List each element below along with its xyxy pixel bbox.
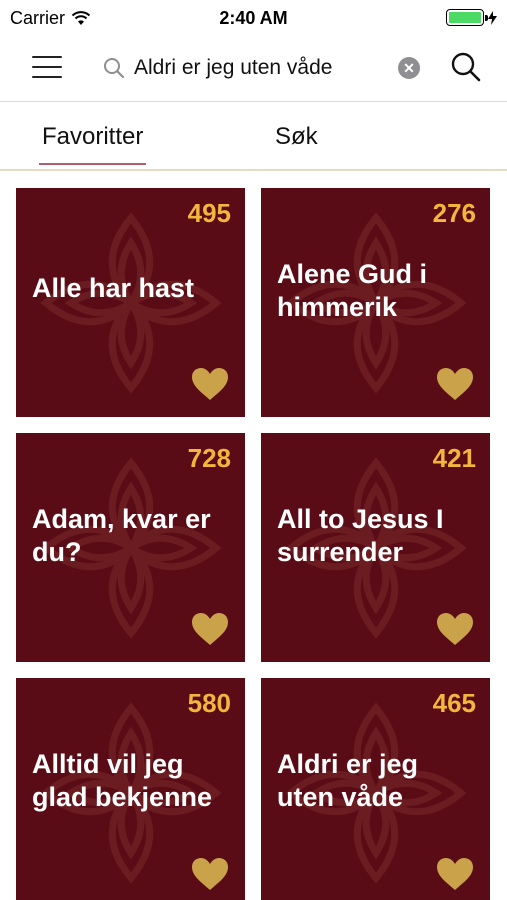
hymn-number: 465	[432, 688, 476, 718]
hymn-title: Alene Gud i himmerik	[277, 259, 428, 322]
hymn-card[interactable]: 728 Adam, kvar er du?	[16, 433, 245, 662]
battery-indicator	[446, 9, 497, 26]
hymn-title: All to Jesus I surrender	[277, 504, 444, 567]
heart-icon[interactable]	[191, 857, 229, 891]
active-tab-indicator	[39, 163, 147, 165]
hamburger-menu-icon[interactable]	[32, 54, 62, 80]
clear-x-icon[interactable]: ✕	[398, 57, 420, 79]
status-time: 2:40 AM	[219, 8, 288, 28]
hymn-number: 580	[187, 688, 231, 718]
hymn-number: 276	[432, 198, 476, 228]
search-input[interactable]	[134, 56, 384, 80]
hymn-card[interactable]: 495 Alle har hast	[16, 188, 245, 417]
hymn-card[interactable]: 421 All to Jesus I surrender	[261, 433, 490, 662]
battery-icon	[446, 9, 488, 26]
hymn-number: 495	[187, 198, 231, 228]
heart-icon[interactable]	[436, 612, 474, 646]
hymn-card[interactable]: 465 Aldri er jeg uten våde	[261, 678, 490, 900]
tab-search-label: Søk	[275, 123, 318, 150]
hymn-title: Aldri er jeg uten våde	[277, 749, 419, 812]
status-bar: Carrier 2:40 AM	[0, 0, 507, 36]
hymn-title: Alle har hast	[32, 273, 195, 303]
hymn-number: 421	[432, 443, 476, 473]
hymn-title: Adam, kvar er du?	[32, 504, 211, 567]
battery-level	[449, 12, 481, 23]
hymn-card[interactable]: 580 Alltid vil jeg glad bekjenne	[16, 678, 245, 900]
heart-icon[interactable]	[436, 367, 474, 401]
heart-icon[interactable]	[436, 857, 474, 891]
tab-favorites[interactable]: Favoritter	[39, 123, 147, 165]
tab-bar: Favoritter Søk	[0, 103, 507, 171]
search-field[interactable]: ✕	[100, 48, 420, 88]
hymn-title: Alltid vil jeg glad bekjenne	[32, 749, 213, 812]
tab-favorites-label: Favoritter	[42, 123, 144, 150]
hymn-grid: 495 Alle har hast 276 Alene Gud i himmerik 7…	[16, 188, 491, 900]
tab-search[interactable]: Søk	[275, 123, 318, 151]
hymn-card[interactable]: 276 Alene Gud i himmerik	[261, 188, 490, 417]
hymn-number: 728	[187, 443, 231, 473]
heart-icon[interactable]	[191, 612, 229, 646]
magnifier-icon	[100, 54, 128, 82]
charging-bolt-icon	[488, 10, 497, 25]
search-header: ✕	[0, 36, 507, 102]
search-button[interactable]	[449, 50, 483, 84]
heart-icon[interactable]	[191, 367, 229, 401]
search-icon	[451, 52, 481, 82]
